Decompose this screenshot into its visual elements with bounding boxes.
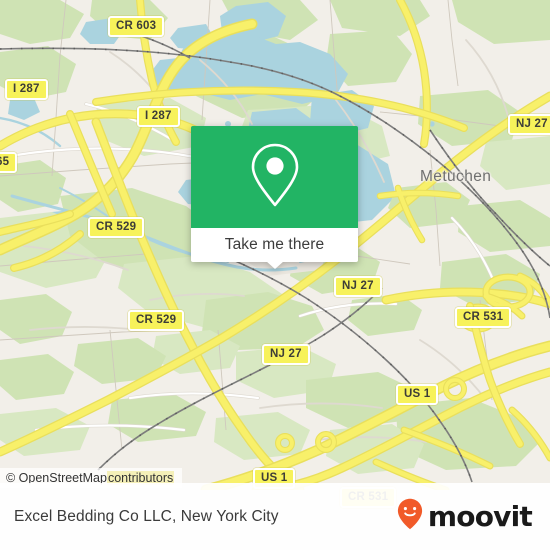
place-label-metuchen: Metuchen <box>420 168 492 185</box>
map-pin-icon <box>249 142 301 213</box>
callout-action-panel[interactable]: Take me there <box>191 228 358 269</box>
callout-icon-panel <box>191 126 358 228</box>
road-shield-i287-mid[interactable]: I 287 <box>137 106 180 127</box>
moovit-map-screen: .land { fill:#f2efe9; } .green { fill:#c… <box>0 0 550 550</box>
road-shield-nj27-sw[interactable]: NJ 27 <box>262 344 310 365</box>
moovit-pin-smiley-icon <box>397 498 423 535</box>
road-shield-nj27-ne[interactable]: NJ 27 <box>508 114 550 135</box>
road-shield-us1-east[interactable]: US 1 <box>396 384 439 405</box>
location-title: Excel Bedding Co LLC, New York City <box>14 507 279 525</box>
road-shield-i287-upper[interactable]: I 287 <box>5 79 48 100</box>
callout-pointer-tail <box>265 261 284 269</box>
road-shield-partial-65[interactable]: 65 <box>0 152 18 173</box>
road-shield-cr531-upper[interactable]: CR 531 <box>455 307 512 328</box>
take-me-there-callout[interactable]: Take me there <box>191 126 358 269</box>
road-shield-cr603[interactable]: CR 603 <box>108 16 165 37</box>
take-me-there-label: Take me there <box>224 236 325 253</box>
moovit-wordmark: moovit <box>427 499 533 533</box>
road-shield-cr529-lower[interactable]: CR 529 <box>128 310 185 331</box>
moovit-brand[interactable]: moovit <box>397 498 533 535</box>
road-shield-cr529-upper[interactable]: CR 529 <box>88 217 145 238</box>
road-shield-nj27-mid[interactable]: NJ 27 <box>334 276 382 297</box>
footer-bar: Excel Bedding Co LLC, New York City moov… <box>0 483 550 550</box>
